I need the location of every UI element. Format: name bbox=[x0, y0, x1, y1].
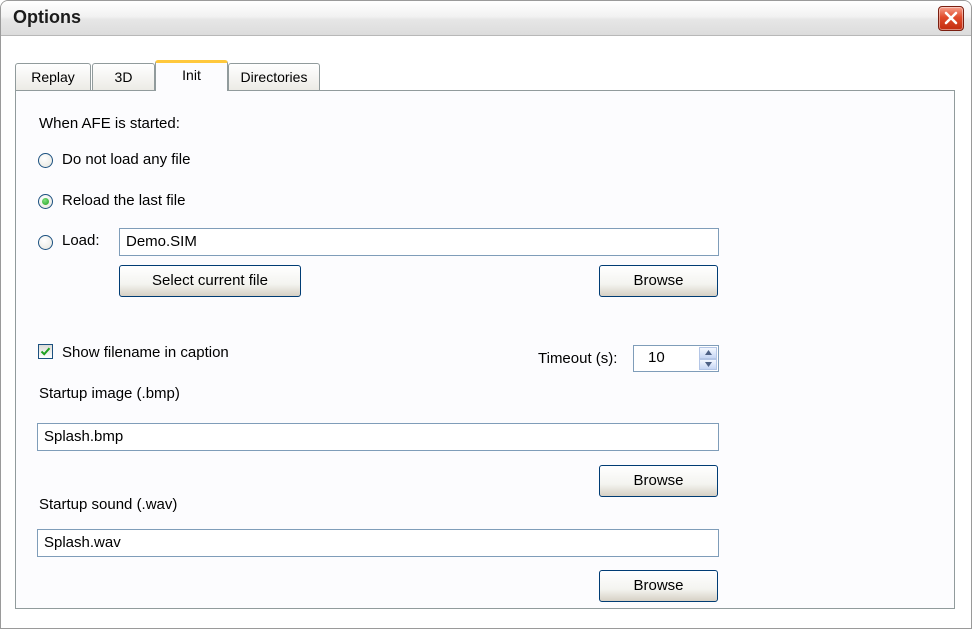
browse-sound-button[interactable]: Browse bbox=[599, 570, 718, 602]
spin-up-button[interactable] bbox=[699, 347, 717, 359]
startup-sound-input[interactable]: Splash.wav bbox=[37, 529, 719, 557]
radio-load[interactable] bbox=[38, 235, 53, 250]
startup-sound-label: Startup sound (.wav) bbox=[39, 496, 178, 513]
browse-image-button[interactable]: Browse bbox=[599, 465, 718, 497]
arrow-down-icon bbox=[705, 361, 712, 367]
browse-load-button[interactable]: Browse bbox=[599, 265, 718, 297]
radio-load-label[interactable]: Load: bbox=[62, 232, 100, 249]
radio-no-load[interactable] bbox=[38, 153, 53, 168]
radio-no-load-label[interactable]: Do not load any file bbox=[62, 151, 190, 168]
show-filename-label[interactable]: Show filename in caption bbox=[62, 344, 229, 361]
timeout-spinner[interactable]: 10 bbox=[633, 345, 719, 372]
timeout-label: Timeout (s): bbox=[538, 350, 618, 367]
radio-reload-last[interactable] bbox=[38, 194, 53, 209]
startup-heading: When AFE is started: bbox=[39, 115, 180, 132]
spin-down-button[interactable] bbox=[699, 358, 717, 370]
radio-reload-last-label[interactable]: Reload the last file bbox=[62, 192, 185, 209]
checkmark-icon bbox=[40, 347, 51, 356]
show-filename-checkbox[interactable] bbox=[38, 344, 53, 359]
init-panel-content: When AFE is started: Do not load any fil… bbox=[0, 0, 972, 629]
arrow-up-icon bbox=[705, 350, 712, 355]
startup-image-input[interactable]: Splash.bmp bbox=[37, 423, 719, 451]
select-current-file-button[interactable]: Select current file bbox=[119, 265, 301, 297]
startup-image-label: Startup image (.bmp) bbox=[39, 385, 180, 402]
timeout-value[interactable]: 10 bbox=[648, 349, 665, 366]
load-file-input[interactable]: Demo.SIM bbox=[119, 228, 719, 256]
